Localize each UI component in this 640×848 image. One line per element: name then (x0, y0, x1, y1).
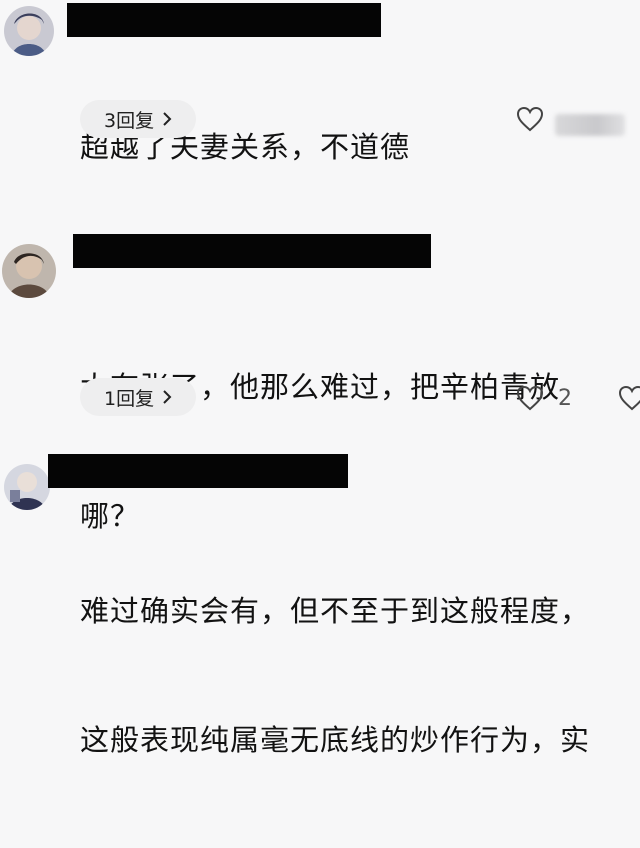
view-replies-button[interactable]: 1回复 (80, 378, 197, 416)
heart-outline-icon (516, 385, 544, 411)
redacted-username (67, 3, 381, 37)
chevron-right-icon (163, 390, 172, 404)
avatar-image (2, 244, 56, 298)
redacted-username (73, 234, 431, 268)
reply-count-label: 1回复 (104, 387, 155, 410)
avatar[interactable] (2, 244, 56, 298)
like-button[interactable]: 2 (516, 385, 572, 411)
avatar-image (4, 6, 54, 56)
like-count: 2 (558, 385, 572, 411)
chevron-right-icon (163, 112, 172, 126)
comment-1: 超越了夫妻关系，不道德 3回复 (0, 0, 640, 210)
comment-2: 太夸张了，他那么难过，把辛柏青放 哪？ 1回复 2 (0, 230, 640, 533)
like-button-partial[interactable] (618, 385, 640, 411)
comment-text: 超越了夫妻关系，不道德 (80, 40, 410, 255)
like-button[interactable] (516, 106, 544, 132)
avatar[interactable] (4, 6, 54, 56)
heart-outline-icon (516, 106, 544, 132)
blurred-like-count (555, 114, 625, 136)
heart-outline-icon (618, 385, 640, 411)
comment-text: 难过确实会有，但不至于到这般程度， 这般表现纯属毫无底线的炒作行为，实 (80, 504, 590, 848)
comment-text-line: 难过确实会有，但不至于到这般程度， (80, 594, 591, 628)
redacted-username (48, 454, 348, 488)
reply-count-label: 3回复 (104, 109, 155, 132)
comment-3: 难过确实会有，但不至于到这般程度， 这般表现纯属毫无底线的炒作行为，实 (0, 450, 640, 757)
comment-text-line: 这般表现纯属毫无底线的炒作行为，实 (80, 723, 591, 757)
view-replies-button[interactable]: 3回复 (80, 100, 197, 138)
avatar[interactable] (4, 464, 50, 510)
avatar-image (4, 464, 50, 510)
